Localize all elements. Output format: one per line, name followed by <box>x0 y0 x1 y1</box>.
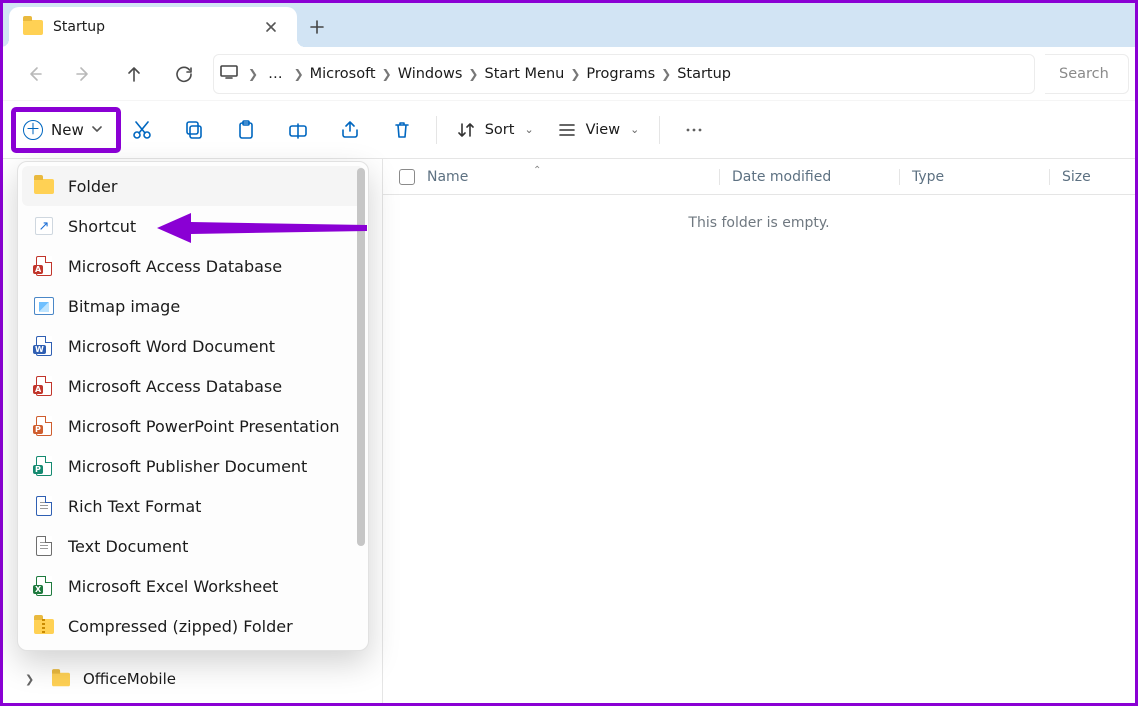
paste-button[interactable] <box>222 110 270 150</box>
title-bar: Startup <box>3 3 1135 47</box>
new-button[interactable]: ＋ New <box>13 110 114 150</box>
view-label: View <box>586 122 620 138</box>
menu-scrollbar[interactable] <box>357 168 365 644</box>
rename-button[interactable] <box>274 110 322 150</box>
new-menu-item-label: Shortcut <box>68 217 136 236</box>
more-button[interactable] <box>670 110 718 150</box>
sort-button[interactable]: Sort ⌄ <box>447 110 544 150</box>
new-menu-item-label: Microsoft Excel Worksheet <box>68 577 278 596</box>
chevron-right-icon: ❯ <box>25 673 39 686</box>
new-menu-item-label: Microsoft Word Document <box>68 337 275 356</box>
powerpoint-icon: P <box>34 416 54 436</box>
breadcrumb-overflow[interactable]: … <box>268 66 284 82</box>
breadcrumb-item[interactable]: Start Menu <box>484 66 564 82</box>
column-header-size[interactable]: Size <box>1049 169 1135 185</box>
chevron-right-icon: ❯ <box>294 67 304 81</box>
chevron-right-icon: ❯ <box>382 67 392 81</box>
access-icon: A <box>34 256 54 276</box>
close-tab-button[interactable] <box>259 15 283 39</box>
publisher-icon: P <box>34 456 54 476</box>
word-icon: W <box>34 336 54 356</box>
chevron-down-icon <box>92 122 102 138</box>
tab-title: Startup <box>53 19 259 35</box>
zip-icon <box>34 616 54 636</box>
new-menu: Folder ↗ Shortcut A Microsoft Access Databas… <box>17 161 369 651</box>
new-button-label: New <box>51 121 84 139</box>
access-icon: A <box>34 376 54 396</box>
column-headers: Name ⌃ Date modified Type Size <box>383 159 1135 195</box>
column-header-date[interactable]: Date modified <box>719 169 899 185</box>
text-icon <box>34 536 54 556</box>
rtf-icon <box>34 496 54 516</box>
copy-button[interactable] <box>170 110 218 150</box>
new-menu-item[interactable]: Text Document <box>22 526 364 566</box>
forward-button[interactable] <box>59 52 109 96</box>
new-menu-item[interactable]: Folder <box>22 166 364 206</box>
new-menu-item[interactable]: W Microsoft Word Document <box>22 326 364 366</box>
breadcrumb[interactable]: ❯ … ❯ Microsoft ❯ Windows ❯ Start Menu ❯… <box>213 54 1035 94</box>
file-list-pane: Name ⌃ Date modified Type Size This fold… <box>383 159 1135 703</box>
new-menu-item[interactable]: X Microsoft Excel Worksheet <box>22 566 364 606</box>
back-button[interactable] <box>9 52 59 96</box>
new-menu-item[interactable]: Bitmap image <box>22 286 364 326</box>
chevron-right-icon: ❯ <box>248 67 258 81</box>
new-menu-item[interactable]: A Microsoft Access Database <box>22 366 364 406</box>
shortcut-icon: ↗ <box>34 216 54 236</box>
select-all-checkbox[interactable] <box>399 169 415 185</box>
chevron-down-icon: ⌄ <box>630 123 639 136</box>
this-pc-icon <box>220 65 238 83</box>
new-menu-item-label: Compressed (zipped) Folder <box>68 617 293 636</box>
tree-item-label: OfficeMobile <box>83 670 176 688</box>
search-input[interactable]: Search <box>1045 54 1129 94</box>
view-button[interactable]: View ⌄ <box>548 110 650 150</box>
folder-icon <box>23 20 43 35</box>
column-header-type[interactable]: Type <box>899 169 1049 185</box>
chevron-right-icon: ❯ <box>661 67 671 81</box>
breadcrumb-item[interactable]: Windows <box>398 66 463 82</box>
new-menu-item[interactable]: A Microsoft Access Database <box>22 246 364 286</box>
new-menu-item[interactable]: ↗ Shortcut <box>22 206 364 246</box>
command-bar: ＋ New Sort ⌄ View ⌄ <box>3 101 1135 159</box>
folder-icon <box>52 672 70 686</box>
sort-indicator-icon: ⌃ <box>533 165 541 176</box>
excel-icon: X <box>34 576 54 596</box>
new-menu-item[interactable]: Compressed (zipped) Folder <box>22 606 364 646</box>
plus-circle-icon: ＋ <box>23 120 43 140</box>
active-tab[interactable]: Startup <box>9 7 297 47</box>
chevron-right-icon: ❯ <box>570 67 580 81</box>
new-menu-item[interactable]: P Microsoft PowerPoint Presentation <box>22 406 364 446</box>
new-menu-item-label: Bitmap image <box>68 297 180 316</box>
separator <box>659 116 660 144</box>
chevron-right-icon: ❯ <box>468 67 478 81</box>
cut-button[interactable] <box>118 110 166 150</box>
sort-label: Sort <box>485 122 515 138</box>
menu-scrollbar-thumb[interactable] <box>357 168 365 546</box>
chevron-down-icon: ⌄ <box>524 123 533 136</box>
tree-item[interactable]: ❯ OfficeMobile <box>3 661 382 697</box>
folder-icon <box>34 176 54 196</box>
column-header-name[interactable]: Name ⌃ <box>383 169 719 185</box>
breadcrumb-item[interactable]: Microsoft <box>310 66 376 82</box>
refresh-button[interactable] <box>159 52 209 96</box>
new-menu-item-label: Rich Text Format <box>68 497 201 516</box>
new-menu-item-label: Microsoft Access Database <box>68 377 282 396</box>
new-menu-item-label: Microsoft PowerPoint Presentation <box>68 417 340 436</box>
bitmap-icon <box>34 296 54 316</box>
new-menu-item-label: Folder <box>68 177 117 196</box>
separator <box>436 116 437 144</box>
share-button[interactable] <box>326 110 374 150</box>
new-menu-item[interactable]: Rich Text Format <box>22 486 364 526</box>
new-menu-item[interactable]: P Microsoft Publisher Document <box>22 446 364 486</box>
new-menu-item-label: Text Document <box>68 537 188 556</box>
up-button[interactable] <box>109 52 159 96</box>
empty-folder-message: This folder is empty. <box>383 215 1135 231</box>
address-bar: ❯ … ❯ Microsoft ❯ Windows ❯ Start Menu ❯… <box>3 47 1135 101</box>
breadcrumb-item[interactable]: Programs <box>586 66 655 82</box>
search-placeholder: Search <box>1059 66 1109 82</box>
new-menu-item-label: Microsoft Publisher Document <box>68 457 307 476</box>
delete-button[interactable] <box>378 110 426 150</box>
new-menu-item-label: Microsoft Access Database <box>68 257 282 276</box>
breadcrumb-item[interactable]: Startup <box>677 66 731 82</box>
